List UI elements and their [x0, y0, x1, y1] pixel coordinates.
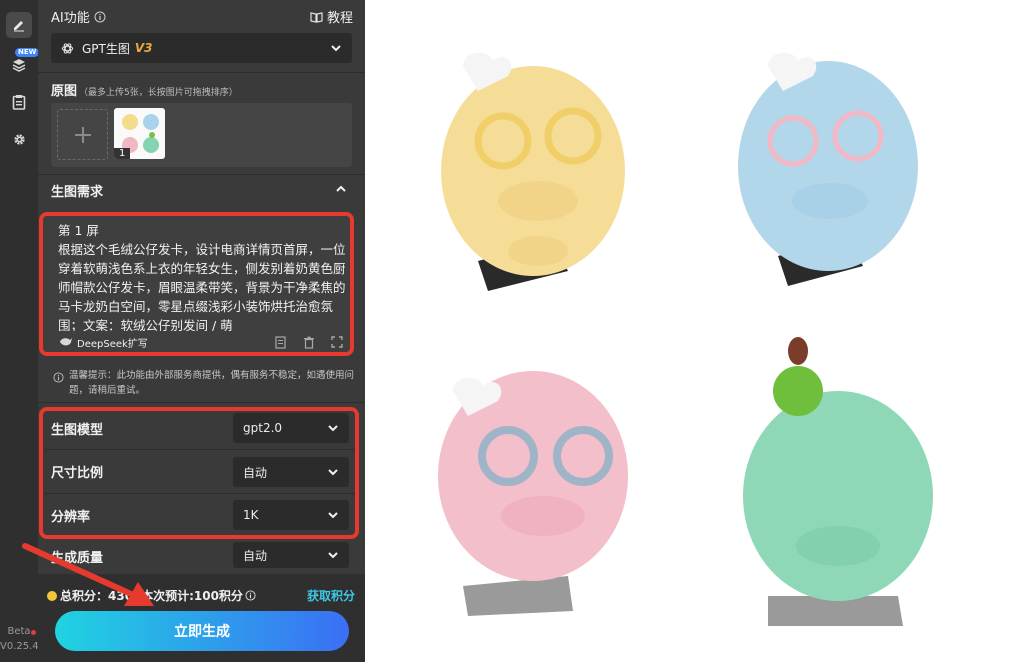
- beta-indicator-dot: [31, 630, 36, 635]
- tutorial-label: 教程: [327, 11, 354, 26]
- gpt-logo-icon: [61, 42, 74, 54]
- gear-icon: [13, 133, 25, 145]
- quality-value: 自动: [243, 548, 268, 563]
- generated-image-preview[interactable]: [368, 6, 1018, 656]
- info-icon[interactable]: [245, 590, 256, 601]
- get-points-link[interactable]: 获取积分: [307, 587, 355, 604]
- chevron-down-icon: [328, 552, 338, 559]
- model-version-tag: V3: [134, 41, 153, 55]
- version-label: V0.25.4: [0, 641, 39, 652]
- model-version-label: GPT生图: [82, 41, 130, 56]
- requirements-highlight: [39, 212, 354, 356]
- layers-icon: [12, 59, 26, 72]
- source-hint: （最多上传5张，长按图片可拖拽排序）: [79, 88, 238, 98]
- clipboard-tool-button[interactable]: [6, 89, 32, 115]
- edit-tool-button[interactable]: [6, 12, 32, 38]
- red-arrow-annotation: [22, 543, 154, 606]
- requirements-title: 生图需求: [51, 185, 104, 200]
- info-icon[interactable]: [94, 11, 106, 23]
- service-notice: 温馨提示：此功能由外部服务商提供，偶有服务不稳定，如遇使用问题，请稍后重试。: [69, 370, 355, 396]
- source-section-header: 原图 （最多上传5张，长按图片可拖拽排序）: [51, 80, 238, 99]
- settings-tool-button[interactable]: [6, 126, 32, 152]
- notice-info-icon: [53, 372, 64, 383]
- source-image-area: 1: [51, 103, 352, 167]
- model-version-select[interactable]: GPT生图 V3: [51, 33, 352, 63]
- ai-header-title: AI功能: [51, 11, 90, 26]
- quality-select[interactable]: 自动: [233, 542, 349, 568]
- clipboard-icon: [12, 95, 26, 110]
- plush-hairclip-image: [438, 52, 933, 626]
- add-image-button[interactable]: [57, 109, 108, 160]
- source-thumbnail[interactable]: 1: [114, 108, 165, 159]
- pencil-icon: [14, 21, 24, 32]
- layers-tool-button[interactable]: [6, 52, 32, 78]
- thumbnail-index: 1: [114, 148, 131, 159]
- chevron-down-icon: [331, 45, 341, 52]
- source-title: 原图: [51, 84, 78, 99]
- book-icon: [310, 11, 323, 23]
- tutorial-link[interactable]: 教程: [310, 7, 353, 26]
- options-highlight: [39, 407, 359, 539]
- plus-icon: [74, 126, 91, 143]
- ai-header: AI功能: [51, 7, 106, 26]
- chevron-up-icon[interactable]: [335, 183, 347, 195]
